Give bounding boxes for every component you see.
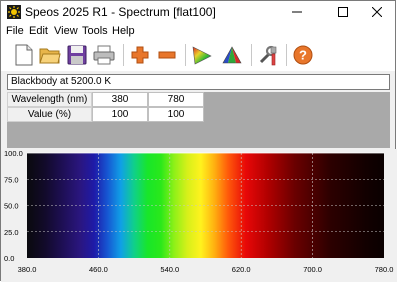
remove-button[interactable] <box>155 43 179 67</box>
window-title: Speos 2025 R1 - Spectrum [flat100] <box>25 5 216 19</box>
spectrum-window: Speos 2025 R1 - Spectrum [flat100] File … <box>0 0 397 282</box>
x-tick-label: 460.0 <box>89 265 108 274</box>
minimize-button[interactable] <box>277 1 317 23</box>
remove-icon <box>158 51 176 59</box>
color-triangle-icon <box>192 46 212 65</box>
maximize-icon <box>338 7 348 17</box>
add-icon <box>131 46 149 64</box>
toolbar-separator <box>286 44 287 66</box>
y-tick-label: 50.0 <box>4 202 19 211</box>
minimize-icon <box>292 11 302 13</box>
toolbar-separator <box>185 44 186 66</box>
x-tick-label: 380.0 <box>18 265 37 274</box>
value-cell-2[interactable]: 100 <box>148 107 204 122</box>
row-header-wavelength: Wavelength (nm) <box>7 92 92 107</box>
tools-icon <box>259 45 277 66</box>
save-button[interactable] <box>65 43 89 67</box>
menu-help[interactable]: Help <box>112 24 135 38</box>
open-folder-icon <box>39 48 61 64</box>
x-tick-label: 780.0 <box>375 265 394 274</box>
y-tick-label: 100.0 <box>4 149 23 158</box>
tools-button[interactable] <box>257 43 281 67</box>
x-tick-label: 540.0 <box>160 265 179 274</box>
spectrum-triangle-icon <box>222 46 242 64</box>
x-tick-label: 700.0 <box>303 265 322 274</box>
value-cell-1[interactable]: 100 <box>92 107 148 122</box>
menu-file[interactable]: File <box>6 24 24 38</box>
y-tick-label: 75.0 <box>4 175 19 184</box>
open-button[interactable] <box>38 43 62 67</box>
help-button[interactable]: ? <box>291 43 315 67</box>
new-button[interactable] <box>12 43 36 67</box>
row-header-value: Value (%) <box>7 107 92 122</box>
print-icon <box>93 45 115 65</box>
spectrum-chart: 100.0 75.0 50.0 25.0 0.0 380.0 460.0 540.0 620.0… <box>4 149 394 274</box>
y-tick-label: 0.0 <box>4 254 14 263</box>
close-button[interactable] <box>357 1 397 23</box>
menu-bar: File Edit View Tools Help <box>1 23 395 39</box>
menu-tools[interactable]: Tools <box>82 24 108 38</box>
spectrum-table: Wavelength (nm) 380 780 Value (%) 100 10… <box>7 92 390 148</box>
wavelength-cell-2[interactable]: 780 <box>148 92 204 107</box>
spectrum-triangle-button[interactable] <box>220 43 244 67</box>
x-tick-label: 620.0 <box>232 265 251 274</box>
menu-edit[interactable]: Edit <box>29 24 48 38</box>
title-bar[interactable]: Speos 2025 R1 - Spectrum [flat100] <box>1 1 395 23</box>
color-triangle-button[interactable] <box>190 43 214 67</box>
y-tick-label: 25.0 <box>4 228 19 237</box>
help-icon: ? <box>293 45 313 65</box>
speos-app-icon <box>7 5 21 19</box>
print-button[interactable] <box>92 43 116 67</box>
add-button[interactable] <box>128 43 152 67</box>
new-file-icon <box>15 44 33 66</box>
toolbar: ? <box>1 39 395 71</box>
menu-view[interactable]: View <box>54 24 78 38</box>
toolbar-separator <box>251 44 252 66</box>
svg-text:?: ? <box>299 48 307 63</box>
spectrum-plot: 100.0 75.0 50.0 25.0 0.0 380.0 460.0 540.0 620.0… <box>1 149 397 282</box>
close-icon <box>372 7 382 17</box>
wavelength-cell-1[interactable]: 380 <box>92 92 148 107</box>
toolbar-separator <box>123 44 124 66</box>
save-icon <box>67 45 87 65</box>
spectrum-name-field[interactable]: Blackbody at 5200.0 K <box>7 74 390 90</box>
